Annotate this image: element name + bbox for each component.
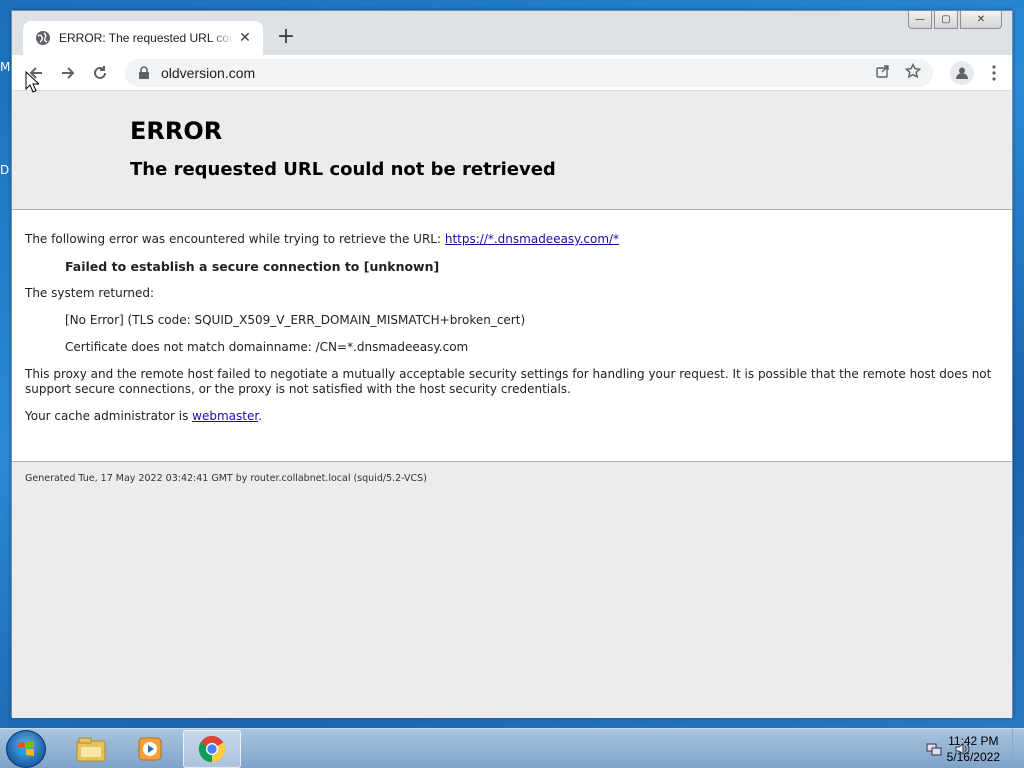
tab-title: ERROR: The requested URL could not be re… bbox=[59, 31, 235, 45]
chrome-icon bbox=[198, 735, 226, 763]
windows-logo-icon bbox=[18, 741, 34, 756]
close-window-button[interactable]: ✕ bbox=[960, 11, 1002, 29]
kebab-menu-icon[interactable] bbox=[984, 59, 1004, 87]
requested-url-link[interactable]: https://*.dnsmadeeasy.com/* bbox=[445, 232, 619, 246]
mouse-cursor-icon bbox=[25, 71, 39, 93]
taskbar-clock[interactable]: 11:42 PM 5/16/2022 bbox=[947, 733, 1000, 765]
profile-avatar-icon[interactable] bbox=[950, 61, 974, 85]
globe-icon bbox=[35, 30, 51, 46]
maximize-button[interactable]: ▢ bbox=[934, 11, 958, 29]
clock-time: 11:42 PM bbox=[948, 734, 999, 748]
page-content: ERROR The requested URL could not be ret… bbox=[12, 91, 1012, 718]
cert-mismatch-msg: Certificate does not match domainname: /… bbox=[65, 340, 469, 354]
error-intro: The following error was encountered whil… bbox=[25, 232, 999, 247]
error-title: ERROR bbox=[130, 117, 223, 145]
taskbar-media-player[interactable] bbox=[121, 730, 179, 768]
show-desktop-button[interactable] bbox=[1012, 729, 1024, 768]
failed-connection-msg: Failed to establish a secure connection … bbox=[65, 259, 440, 274]
forward-button[interactable] bbox=[54, 59, 82, 87]
minimize-button[interactable]: — bbox=[908, 11, 932, 29]
bookmark-star-icon[interactable] bbox=[904, 62, 922, 83]
taskbar-explorer[interactable] bbox=[62, 730, 120, 768]
start-button[interactable] bbox=[6, 730, 46, 768]
media-player-icon bbox=[138, 737, 162, 761]
url-text[interactable]: oldversion.com bbox=[161, 65, 255, 81]
lock-icon[interactable] bbox=[137, 66, 151, 80]
taskbar: 11:42 PM 5/16/2022 bbox=[0, 728, 1024, 768]
network-icon[interactable] bbox=[926, 741, 942, 761]
error-body: The following error was encountered whil… bbox=[12, 209, 1012, 462]
tab-strip: ERROR: The requested URL could not be re… bbox=[12, 11, 1012, 55]
proxy-explanation: This proxy and the remote host failed to… bbox=[25, 367, 992, 396]
share-icon[interactable] bbox=[875, 63, 891, 83]
forward-arrow-icon bbox=[62, 66, 75, 79]
generated-footer: Generated Tue, 17 May 2022 03:42:41 GMT … bbox=[25, 473, 427, 484]
tab-close-icon[interactable]: ✕ bbox=[237, 30, 253, 46]
tab-active[interactable]: ERROR: The requested URL could not be re… bbox=[23, 21, 263, 55]
error-header: ERROR The requested URL could not be ret… bbox=[12, 91, 1012, 209]
browser-window: ERROR: The requested URL could not be re… bbox=[11, 10, 1013, 718]
webmaster-link[interactable]: webmaster bbox=[192, 409, 258, 423]
taskbar-chrome[interactable] bbox=[183, 730, 241, 768]
admin-suffix: . bbox=[258, 409, 263, 423]
address-bar[interactable]: oldversion.com bbox=[125, 59, 933, 87]
reload-button[interactable] bbox=[86, 59, 114, 87]
window-controls: — ▢ ✕ bbox=[908, 11, 1002, 29]
reload-icon bbox=[94, 65, 106, 79]
tls-code-msg: [No Error] (TLS code: SQUID_X509_V_ERR_D… bbox=[65, 313, 526, 327]
error-intro-text: The following error was encountered whil… bbox=[25, 232, 445, 246]
error-subtitle: The requested URL could not be retrieved bbox=[130, 159, 556, 180]
explorer-icon bbox=[76, 737, 106, 762]
admin-text: Your cache administrator is bbox=[25, 409, 193, 423]
admin-line: Your cache administrator is webmaster. bbox=[25, 409, 999, 424]
new-tab-button[interactable]: + bbox=[274, 26, 298, 50]
clock-date: 5/16/2022 bbox=[946, 750, 1000, 764]
system-returned-label: The system returned: bbox=[25, 286, 155, 300]
browser-toolbar: oldversion.com bbox=[12, 55, 1012, 91]
